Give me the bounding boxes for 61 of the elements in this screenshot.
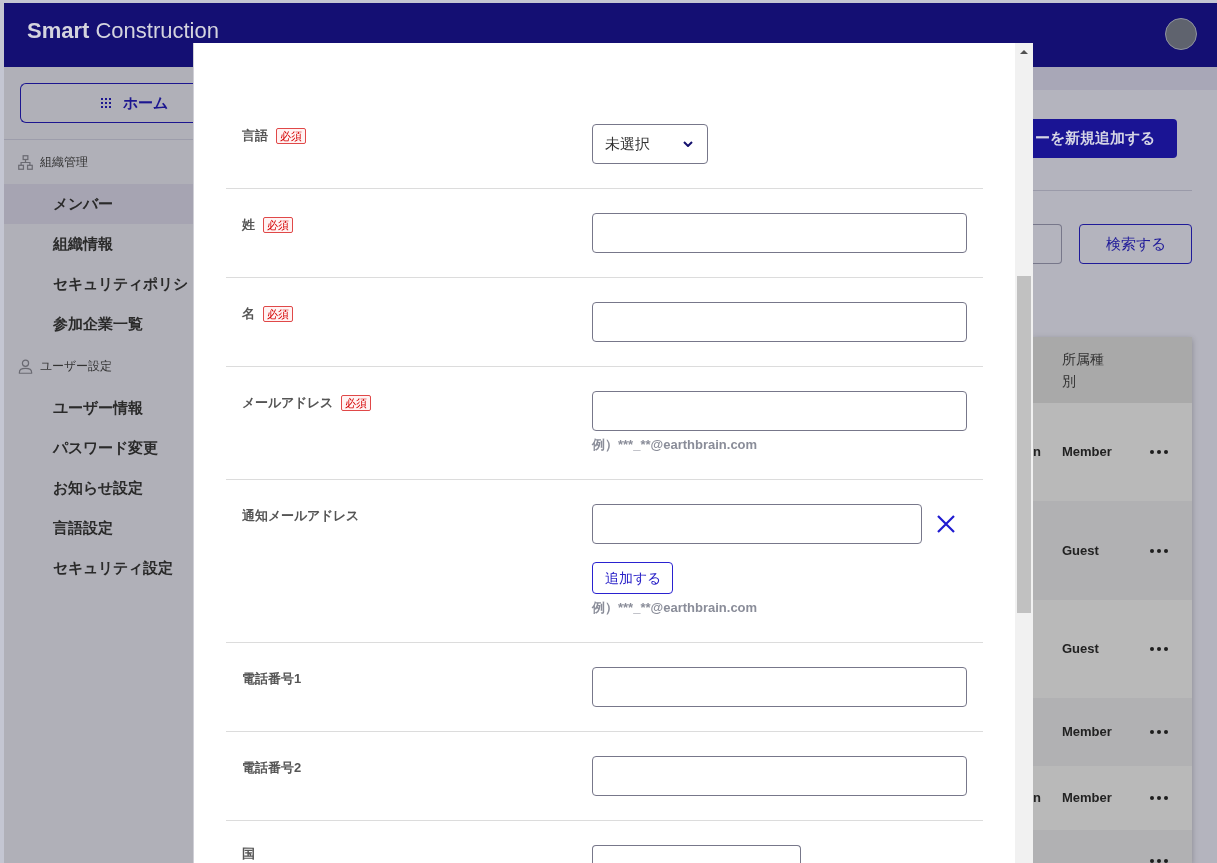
hierarchy-icon — [18, 154, 33, 170]
table-cell-text: Member — [1062, 443, 1113, 462]
table-cell-text: Member — [1062, 723, 1113, 742]
field-label: 電話番号1 — [242, 670, 302, 689]
hint-text: 例）***_**@earthbrain.com — [592, 436, 758, 454]
sidebar-item[interactable]: 言語設定 — [4, 508, 193, 548]
required-badge: 必須 — [276, 128, 306, 144]
sidebar-item[interactable]: パスワード変更 — [4, 428, 193, 468]
grid-icon — [101, 98, 111, 108]
person-icon — [18, 358, 33, 374]
more-icon[interactable] — [1150, 450, 1168, 454]
home-button[interactable]: ホーム — [20, 83, 193, 123]
field-label: 通知メールアドレス — [242, 507, 359, 526]
add-button[interactable]: 追加する — [592, 562, 673, 594]
sidebar-item[interactable]: セキュリティ設定 — [4, 548, 193, 588]
sidebar-item[interactable]: 組織情報 — [4, 224, 193, 264]
input-field[interactable] — [592, 213, 967, 253]
add-new-button[interactable]: ーを新規追加する — [1033, 119, 1177, 158]
required-badge: 必須 — [263, 306, 293, 322]
input-field[interactable] — [592, 391, 967, 431]
section-heading: ユーザー設定 — [40, 358, 112, 375]
section-heading: 組織管理 — [40, 154, 88, 171]
required-badge: 必須 — [263, 217, 293, 233]
table-cell-text: n — [1033, 443, 1042, 462]
field-label: メールアドレス — [242, 394, 333, 413]
field-label: 言語 — [242, 127, 268, 146]
more-icon[interactable] — [1150, 859, 1168, 863]
input-field[interactable] — [592, 667, 967, 707]
field-label: 電話番号2 — [242, 759, 302, 778]
user-avatar[interactable] — [1165, 18, 1197, 50]
table-cell-text: n — [1033, 789, 1042, 808]
scroll-up-arrow-icon[interactable] — [1020, 50, 1028, 54]
input-field[interactable] — [592, 302, 967, 342]
more-icon[interactable] — [1150, 730, 1168, 734]
select-field[interactable]: 未選択 — [592, 124, 708, 164]
app-logo: Smart Construction — [27, 19, 219, 43]
input-field[interactable] — [592, 756, 967, 796]
column-header: 所属種別 — [1062, 350, 1105, 391]
required-badge: 必須 — [341, 395, 371, 411]
search-button[interactable]: 検索する — [1079, 224, 1192, 264]
table-cell-text: Guest — [1062, 541, 1100, 560]
field-label: 国 — [242, 845, 255, 863]
table-cell-text: Guest — [1062, 640, 1100, 659]
more-icon[interactable] — [1150, 796, 1168, 800]
sidebar-item[interactable]: ユーザー情報 — [4, 388, 193, 428]
input-field[interactable] — [592, 504, 922, 544]
scrollbar[interactable] — [1015, 43, 1033, 863]
sidebar-item[interactable]: お知らせ設定 — [4, 468, 193, 508]
table-cell-text: Member — [1062, 789, 1113, 808]
hint-text: 例）***_**@earthbrain.com — [592, 599, 758, 617]
chevron-down-icon — [683, 141, 693, 147]
close-icon[interactable] — [937, 515, 955, 533]
sidebar-item[interactable]: メンバー — [4, 184, 193, 224]
select-field[interactable] — [592, 845, 801, 863]
field-label: 名 — [242, 305, 255, 324]
sidebar-item[interactable]: 参加企業一覧 — [4, 304, 193, 344]
sidebar-item[interactable]: セキュリティポリシ — [4, 264, 193, 304]
field-label: 姓 — [242, 216, 255, 235]
more-icon[interactable] — [1150, 647, 1168, 651]
more-icon[interactable] — [1150, 548, 1168, 553]
scrollbar-thumb[interactable] — [1017, 276, 1031, 613]
